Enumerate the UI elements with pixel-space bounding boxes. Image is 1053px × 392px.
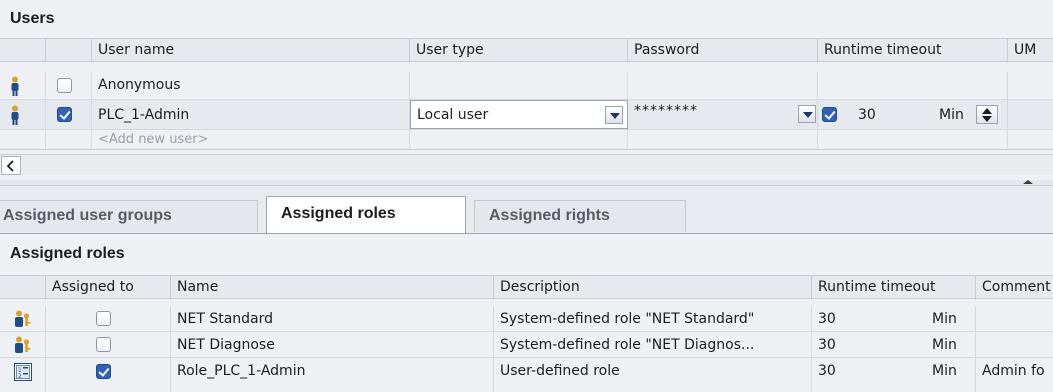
role-row-net-standard[interactable]: NET Standard System-defined role "NET St…: [0, 306, 1053, 332]
tab-label: Assigned roles: [281, 205, 396, 222]
password-cell[interactable]: [628, 72, 818, 99]
spin-up-icon[interactable]: [982, 108, 992, 114]
timeout-spinner[interactable]: [976, 105, 998, 124]
column-header-runtime-timeout[interactable]: Runtime timeout: [818, 39, 1008, 63]
users-row-add-new[interactable]: <Add new user>: [0, 130, 1053, 150]
tab-assigned-rights[interactable]: Assigned rights: [474, 200, 686, 232]
add-new-user-cell[interactable]: <Add new user>: [92, 130, 410, 149]
user-icon-cell: [0, 100, 46, 129]
assigned-to-cell: [46, 306, 171, 331]
users-horizontal-scrollbar[interactable]: [0, 154, 1053, 176]
scroll-left-button[interactable]: [1, 156, 21, 175]
role-timeout-unit: Min: [932, 363, 957, 379]
column-header-assigned-to[interactable]: Assigned to: [46, 276, 171, 300]
user-select-checkbox[interactable]: [57, 78, 72, 93]
um-cell[interactable]: [1008, 72, 1053, 99]
user-icon: [11, 76, 19, 96]
column-header-role-runtime-timeout[interactable]: Runtime timeout: [812, 276, 976, 300]
assigned-to-checkbox[interactable]: [96, 337, 111, 352]
user-select-cell: [46, 100, 92, 129]
column-header-comment[interactable]: Comment: [976, 276, 1053, 300]
role-description-cell: System-defined role "NET Standard": [494, 306, 812, 331]
users-header-row: User name User type Password Runtime tim…: [0, 38, 1053, 63]
users-header-check-col: [46, 39, 92, 63]
scroll-track[interactable]: [22, 156, 1053, 175]
role-group-icon: [15, 310, 31, 327]
role-timeout-cell: 30 Min: [812, 358, 976, 392]
user-select-cell: [46, 130, 92, 149]
roles-header-icon-col: [0, 276, 46, 300]
column-header-um[interactable]: UM: [1008, 39, 1053, 63]
runtime-timeout-unit: Min: [939, 107, 964, 123]
role-icon-cell: 1 2: [0, 358, 46, 392]
user-type-dropdown[interactable]: Local user: [410, 100, 628, 129]
role-description-cell: User-defined role: [494, 358, 812, 392]
assigned-to-cell: [46, 358, 171, 392]
column-header-password[interactable]: Password: [628, 39, 818, 63]
role-name-cell[interactable]: NET Standard: [171, 306, 494, 331]
user-type-value: Local user: [417, 107, 489, 123]
spin-down-icon[interactable]: [982, 116, 992, 122]
user-type-cell: [410, 130, 628, 149]
user-select-cell: [46, 72, 92, 99]
role-group-icon: [15, 336, 31, 353]
role-row-plc-admin[interactable]: 1 2 Role_PLC_1-Admin User-defined role 3…: [0, 358, 1053, 392]
chevron-left-icon: [6, 160, 14, 172]
column-header-user-name[interactable]: User name: [92, 39, 410, 63]
role-comment-cell[interactable]: [976, 332, 1053, 357]
tab-label: Assigned rights: [489, 207, 610, 224]
tab-assigned-user-groups[interactable]: Assigned user groups: [0, 200, 258, 232]
role-timeout-value: 30: [818, 337, 836, 353]
role-name-cell[interactable]: NET Diagnose: [171, 332, 494, 357]
password-dropdown-button[interactable]: [798, 105, 816, 123]
user-type-cell[interactable]: [410, 72, 628, 99]
users-header-icon-col: [0, 39, 46, 63]
splitter-arrow-icon[interactable]: [1023, 180, 1033, 184]
column-header-name[interactable]: Name: [171, 276, 494, 300]
user-type-dropdown-button[interactable]: [605, 106, 623, 124]
role-row-net-diagnose[interactable]: NET Diagnose System-defined role "NET Di…: [0, 332, 1053, 358]
user-name-cell[interactable]: Anonymous: [92, 72, 410, 99]
role-description-cell: System-defined role "NET Diagnos...: [494, 332, 812, 357]
um-cell[interactable]: [1008, 100, 1053, 129]
assigned-to-cell: [46, 332, 171, 357]
users-row-plc-admin[interactable]: PLC_1-Admin Local user ******** 30 Min: [0, 100, 1053, 130]
user-select-checkbox[interactable]: [57, 107, 72, 122]
tab-assigned-roles[interactable]: Assigned roles: [266, 196, 466, 233]
users-row-anonymous[interactable]: Anonymous: [0, 72, 1053, 100]
role-timeout-value: 30: [818, 311, 836, 327]
role-name-cell[interactable]: Role_PLC_1-Admin: [171, 358, 494, 392]
password-field[interactable]: ********: [628, 100, 818, 129]
runtime-timeout-value: 30: [858, 107, 876, 123]
runtime-timeout-cell: [818, 130, 1008, 149]
role-timeout-value: 30: [818, 363, 836, 379]
assigned-to-checkbox[interactable]: [96, 364, 111, 379]
column-header-description[interactable]: Description: [494, 276, 812, 300]
role-timeout-unit: Min: [932, 311, 957, 327]
user-icon-cell: [0, 130, 46, 149]
role-timeout-unit: Min: [932, 337, 957, 353]
user-name-cell[interactable]: PLC_1-Admin: [92, 100, 410, 129]
user-role-icon: 1 2: [14, 363, 32, 381]
role-timeout-cell: 30 Min: [812, 332, 976, 357]
role-icon-cell: [0, 306, 46, 331]
password-value: ********: [634, 103, 698, 119]
user-icon: [11, 105, 19, 125]
roles-header-row: Assigned to Name Description Runtime tim…: [0, 275, 1053, 300]
svg-text:2: 2: [18, 373, 22, 380]
roles-section-title: Assigned roles: [10, 245, 125, 262]
role-comment-cell[interactable]: Admin fo: [976, 358, 1053, 392]
assigned-to-checkbox[interactable]: [96, 311, 111, 326]
user-icon-cell: [0, 72, 46, 99]
runtime-timeout-cell[interactable]: [818, 72, 1008, 99]
role-timeout-cell: 30 Min: [812, 306, 976, 331]
runtime-timeout-checkbox[interactable]: [822, 107, 837, 122]
role-comment-cell[interactable]: [976, 306, 1053, 331]
runtime-timeout-cell[interactable]: 30 Min: [818, 100, 1008, 129]
role-icon-cell: [0, 332, 46, 357]
users-section-title: Users: [10, 10, 55, 27]
column-header-user-type[interactable]: User type: [410, 39, 628, 63]
tab-label: Assigned user groups: [3, 207, 172, 224]
password-cell: [628, 130, 818, 149]
